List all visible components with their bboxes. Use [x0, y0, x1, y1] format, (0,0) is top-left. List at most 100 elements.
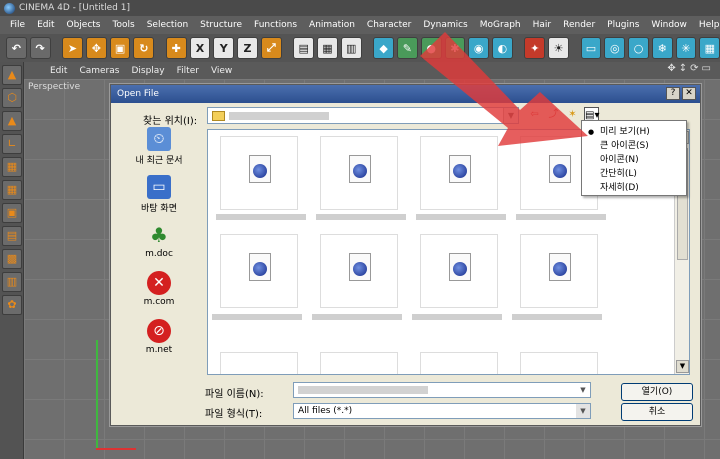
menu-item-character[interactable]: Character [361, 16, 417, 34]
place-m-doc[interactable]: ♣ m.doc [117, 223, 201, 265]
y-axis-lock-icon[interactable]: Y [213, 37, 235, 59]
viewport-nav-icons[interactable]: ✥↕⟳▭ [667, 63, 714, 74]
list-item[interactable] [320, 352, 398, 374]
list-item[interactable] [420, 352, 498, 374]
menu-item-help[interactable]: Help [693, 16, 720, 34]
viewport-menu-cameras[interactable]: Cameras [73, 66, 125, 76]
undo-icon[interactable]: ↶ [6, 37, 27, 59]
menu-item-structure[interactable]: Structure [194, 16, 248, 34]
z-axis-lock-icon[interactable]: Z [237, 37, 258, 59]
edges-mode-icon[interactable]: ▦ [2, 180, 22, 200]
environment-icon[interactable]: ○ [628, 37, 649, 59]
background-icon[interactable]: ❄ [651, 37, 673, 59]
up-folder-icon[interactable]: ⤴ [546, 107, 561, 122]
object-mode-icon[interactable]: ⬡ [2, 88, 22, 108]
view-menu-item-list[interactable]: 간단히(L) [582, 167, 686, 181]
list-item[interactable] [420, 234, 498, 308]
list-item[interactable] [520, 234, 598, 308]
help-icon[interactable]: ? [666, 87, 680, 100]
render-view-icon[interactable]: ▤ [293, 37, 315, 59]
look-in-label: 찾는 위치(I): [143, 116, 198, 127]
snap-icon[interactable]: ▥ [2, 272, 22, 292]
tweak-mode-icon[interactable]: ▤ [2, 226, 22, 246]
place-m-com[interactable]: ✕ m.com [117, 271, 201, 313]
menu-item-functions[interactable]: Functions [248, 16, 303, 34]
select-tool-icon[interactable]: ➤ [62, 37, 83, 59]
view-menu-item-details[interactable]: 자세히(D) [582, 181, 686, 195]
menu-item-mograph[interactable]: MoGraph [474, 16, 527, 34]
chevron-down-icon[interactable]: ▼ [503, 108, 518, 123]
list-item[interactable] [220, 234, 298, 308]
view-menu-item-thumbnails[interactable]: 미리 보기(H) [582, 125, 686, 139]
world-axis-icon[interactable]: ✚ [165, 37, 187, 59]
menu-item-file[interactable]: File [4, 16, 31, 34]
deformer-icon[interactable]: ◉ [468, 37, 490, 59]
texture-mode-icon[interactable]: ▲ [2, 111, 22, 131]
y-axis-line [96, 340, 98, 450]
nurbs-icon[interactable]: ● [420, 37, 442, 59]
cancel-button[interactable]: 취소 [621, 403, 693, 421]
axis-mode-icon[interactable]: ∟ [2, 134, 22, 154]
rotate-tool-icon[interactable]: ↻ [133, 37, 155, 59]
scroll-down-icon[interactable]: ▼ [676, 360, 689, 373]
new-folder-icon[interactable]: ✶ [565, 107, 580, 122]
paint-icon[interactable]: ✿ [2, 295, 22, 315]
close-icon[interactable]: ✕ [682, 87, 696, 100]
menu-item-selection[interactable]: Selection [141, 16, 194, 34]
menu-item-hair[interactable]: Hair [527, 16, 557, 34]
list-item[interactable] [520, 352, 598, 374]
viewport-menu-display[interactable]: Display [125, 66, 170, 76]
menu-item-objects[interactable]: Objects [61, 16, 107, 34]
viewport-menu-view[interactable]: View [205, 66, 238, 76]
menu-item-window[interactable]: Window [645, 16, 693, 34]
light-icon[interactable]: ☀ [548, 37, 569, 59]
render-settings-icon[interactable]: ▥ [340, 37, 362, 59]
coordinate-system-icon[interactable]: ⤢ [260, 37, 282, 59]
place-recent-docs[interactable]: ⏲ 내 최근 문서 [117, 127, 201, 169]
render-picture-viewer-icon[interactable]: ▦ [317, 37, 338, 59]
particle-icon[interactable]: ✳ [675, 37, 697, 59]
back-icon[interactable]: ⇦ [527, 107, 542, 122]
list-item[interactable] [220, 352, 298, 374]
file-name-field[interactable]: ▼ [293, 382, 591, 398]
file-type-select[interactable]: All files (*.*) ▼ [293, 403, 591, 419]
view-menu-item-tiles[interactable]: 큰 아이콘(S) [582, 139, 686, 153]
cube-icon[interactable]: ◆ [373, 37, 394, 59]
place-desktop[interactable]: ▭ 바탕 화면 [117, 175, 201, 217]
menu-item-render[interactable]: Render [557, 16, 601, 34]
workplane-icon[interactable]: ▩ [2, 249, 22, 269]
menu-item-plugins[interactable]: Plugins [601, 16, 645, 34]
floor-icon[interactable]: ▭ [580, 37, 602, 59]
look-in-dropdown[interactable]: ▼ [207, 107, 519, 124]
menu-item-dynamics[interactable]: Dynamics [417, 16, 473, 34]
chevron-down-icon[interactable]: ▼ [576, 404, 590, 418]
menu-item-edit[interactable]: Edit [31, 16, 60, 34]
view-menu-item-icons[interactable]: 아이콘(N) [582, 153, 686, 167]
spline-icon[interactable]: ✎ [396, 37, 418, 59]
place-m-net[interactable]: ⊘ m.net [117, 319, 201, 361]
list-item[interactable] [420, 136, 498, 210]
camera-icon[interactable]: ✦ [524, 37, 546, 59]
viewport-menu-edit[interactable]: Edit [44, 66, 73, 76]
model-mode-icon[interactable]: ▲ [2, 65, 22, 85]
sky-icon[interactable]: ◎ [604, 37, 626, 59]
open-button[interactable]: 열기(O) [621, 383, 693, 401]
scene-icon[interactable]: ◐ [492, 37, 513, 59]
list-item[interactable] [320, 234, 398, 308]
scale-tool-icon[interactable]: ▣ [109, 37, 131, 59]
redo-icon[interactable]: ↷ [29, 37, 51, 59]
list-item[interactable] [220, 136, 298, 210]
x-axis-lock-icon[interactable]: X [189, 37, 211, 59]
chevron-down-icon[interactable]: ▼ [576, 383, 590, 397]
menu-item-animation[interactable]: Animation [303, 16, 361, 34]
grid-icon[interactable]: ▦ [699, 37, 720, 59]
array-icon[interactable]: ✱ [444, 37, 466, 59]
list-item[interactable] [320, 136, 398, 210]
look-in-value [229, 111, 329, 120]
viewport-menu-filter[interactable]: Filter [171, 66, 205, 76]
menu-item-tools[interactable]: Tools [107, 16, 141, 34]
points-mode-icon[interactable]: ▦ [2, 157, 22, 177]
c4d-file-icon [549, 155, 571, 183]
move-tool-icon[interactable]: ✥ [85, 37, 107, 59]
polygons-mode-icon[interactable]: ▣ [2, 203, 22, 223]
